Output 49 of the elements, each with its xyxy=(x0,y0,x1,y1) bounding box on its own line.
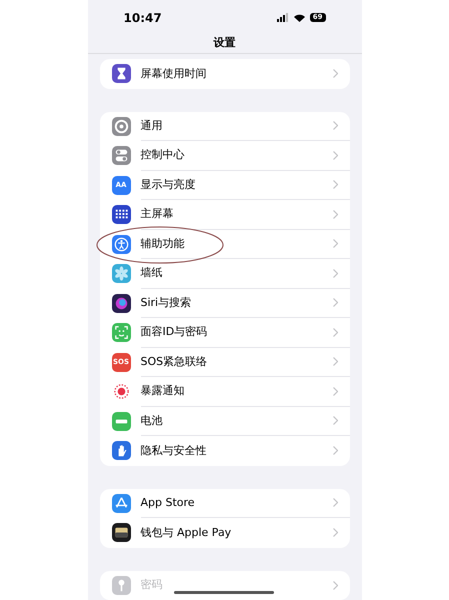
row-label: 主屏幕 xyxy=(140,206,174,222)
chevron-icon xyxy=(332,498,338,508)
row-label: 面容ID与密码 xyxy=(140,324,208,340)
chevron-icon xyxy=(332,386,338,396)
chevron-icon xyxy=(332,528,338,538)
signal-icon xyxy=(276,13,289,22)
chevron-icon xyxy=(332,357,338,366)
chevron-icon xyxy=(332,446,338,456)
settings-row[interactable]: 墙纸 xyxy=(100,259,350,288)
row-label: 显示与亮度 xyxy=(140,176,196,192)
chevron-icon xyxy=(332,210,338,219)
settings-row[interactable]: 控制中心 xyxy=(100,141,350,170)
row-label: 暴露通知 xyxy=(140,383,184,399)
row-label: 控制中心 xyxy=(140,147,184,163)
settings-row[interactable]: 辅助功能 xyxy=(100,230,350,259)
row-label: 钱包与 Apple Pay xyxy=(140,524,232,540)
chevron-icon xyxy=(332,416,338,426)
row-label: Siri与搜索 xyxy=(140,294,192,310)
chevron-icon xyxy=(332,150,338,160)
row-label: 电池 xyxy=(140,412,162,428)
settings-row[interactable]: 主屏幕 xyxy=(100,200,350,230)
settings-row[interactable]: App Store xyxy=(100,488,350,518)
settings-row[interactable]: 屏幕使用时间 xyxy=(100,59,350,88)
wifi-icon xyxy=(294,14,305,22)
row-label: SOS紧急联络 xyxy=(140,354,208,370)
row-label: App Store xyxy=(140,494,195,510)
row-label: 密码 xyxy=(140,577,162,593)
status-time: 10:47 xyxy=(124,10,162,27)
row-label: 墙纸 xyxy=(140,265,162,281)
row-label: 屏幕使用时间 xyxy=(140,66,206,82)
settings-row[interactable]: Siri与搜索 xyxy=(100,288,350,318)
settings-row[interactable]: 钱包与 Apple Pay xyxy=(100,518,350,548)
row-label: 隐私与安全性 xyxy=(140,442,206,458)
chevron-icon xyxy=(332,180,338,190)
chevron-icon xyxy=(332,121,338,130)
row-label: 通用 xyxy=(140,118,162,134)
chevron-icon xyxy=(332,239,338,248)
chevron-icon xyxy=(332,298,338,308)
page-title: 设置 xyxy=(212,35,236,52)
settings-row[interactable]: 隐私与安全性 xyxy=(100,436,350,466)
settings-row[interactable]: 面容ID与密码 xyxy=(100,318,350,348)
settings-row[interactable]: 电池 xyxy=(100,406,350,436)
row-label: 辅助功能 xyxy=(140,236,184,252)
chevron-icon xyxy=(332,268,338,278)
chevron-icon xyxy=(332,580,338,590)
chevron-icon xyxy=(332,328,338,337)
settings-row[interactable]: 暴露通知 xyxy=(100,377,350,406)
settings-row[interactable]: 通用 xyxy=(100,112,350,141)
chevron-icon xyxy=(332,69,338,78)
